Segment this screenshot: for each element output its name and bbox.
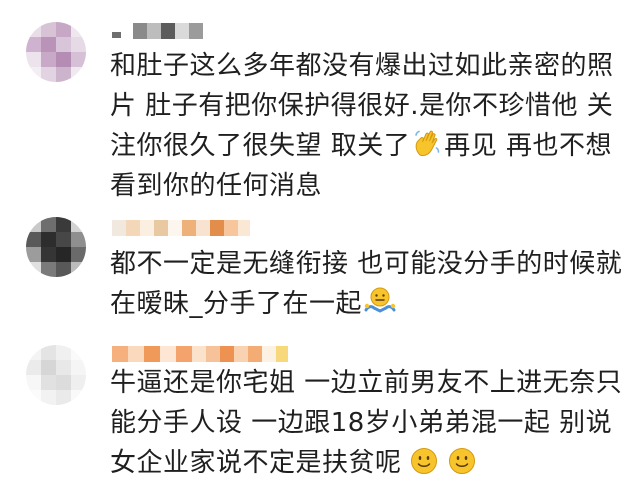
username-obscured[interactable] — [112, 219, 250, 237]
pixelated-avatar-image — [26, 345, 86, 405]
comment-item: 牛逼还是你宅姐 一边立前男友不上进无奈只 能分手人设 一边跟18岁小弟弟混一起 … — [0, 333, 640, 487]
comment-text: 牛逼还是你宅姐 一边立前男友不上进无奈只 能分手人设 一边跟18岁小弟弟混一起 … — [110, 363, 630, 483]
comment-line-text: 再见 再也不想 — [444, 131, 613, 161]
avatar[interactable] — [26, 217, 86, 277]
comment-line-text: 在暧昧_分手了在一起 — [110, 289, 363, 319]
comment-line: 注你很久了很失望 取关了 再见 再也不想 — [110, 126, 630, 166]
comment-line: 在暧昧_分手了在一起 — [110, 284, 630, 324]
avatar[interactable] — [26, 22, 86, 82]
comment-line: 能分手人设 一边跟18岁小弟弟混一起 别说 — [110, 408, 613, 438]
comment-line-text: 注你很久了很失望 取关了 — [110, 131, 411, 161]
smile-face-icon — [410, 447, 438, 475]
smile-face-icon — [448, 447, 476, 475]
comment-line: 片 肚子有把你保护得很好.是你不珍惜他 关 — [110, 91, 614, 121]
username-obscured[interactable] — [112, 345, 288, 363]
comment-line-text: 女企业家说不定是扶贫呢 — [110, 448, 402, 478]
pixelated-avatar-image — [26, 217, 86, 277]
comment-text: 和肚子这么多年都没有爆出过如此亲密的照 片 肚子有把你保护得很好.是你不珍惜他 … — [110, 46, 630, 206]
comment-line: 牛逼还是你宅姐 一边立前男友不上进无奈只 — [110, 368, 623, 398]
comment-line: 都不一定是无缝衔接 也可能没分手的时候就 — [110, 249, 623, 279]
waving-hand-icon — [412, 128, 442, 158]
shrug-face-icon — [364, 286, 396, 316]
username-obscured[interactable] — [112, 22, 203, 40]
comment-item: 和肚子这么多年都没有爆出过如此亲密的照 片 肚子有把你保护得很好.是你不珍惜他 … — [0, 0, 640, 205]
comment-line: 女企业家说不定是扶贫呢 — [110, 443, 630, 483]
comment-item: 都不一定是无缝衔接 也可能没分手的时候就 在暧昧_分手了在一起 — [0, 205, 640, 333]
comment-text: 都不一定是无缝衔接 也可能没分手的时候就 在暧昧_分手了在一起 — [110, 244, 630, 324]
comment-line: 看到你的任何消息 — [110, 171, 323, 201]
comment-line: 和肚子这么多年都没有爆出过如此亲密的照 — [110, 51, 614, 81]
avatar[interactable] — [26, 345, 86, 405]
pixelated-avatar-image — [26, 22, 86, 82]
